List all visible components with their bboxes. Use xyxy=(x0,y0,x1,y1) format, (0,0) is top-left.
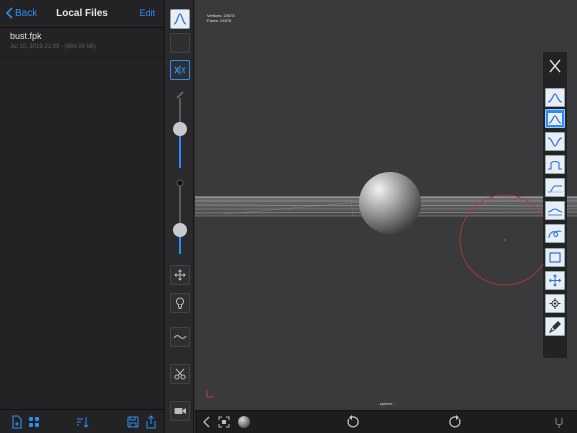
brush-paint[interactable] xyxy=(545,317,565,336)
symmetry-x-icon xyxy=(174,65,186,75)
brush-standard-icon xyxy=(547,92,563,103)
radius-slider-knob[interactable] xyxy=(173,122,187,136)
brush-mask[interactable] xyxy=(545,248,565,267)
brush-falloff-icon xyxy=(173,13,187,25)
brush-smooth[interactable] xyxy=(545,155,565,174)
scissors-icon xyxy=(174,368,186,380)
axis-gizmo xyxy=(206,390,214,398)
sphere-mesh[interactable] xyxy=(359,172,421,234)
app-root: Back Local Files Edit bust.fpk Jul 10, 2… xyxy=(0,0,577,433)
brush-crease-icon xyxy=(548,230,562,238)
share-icon[interactable] xyxy=(144,415,158,429)
brush-move[interactable] xyxy=(545,271,565,290)
redo-icon xyxy=(449,415,461,428)
brush-settings-button[interactable] xyxy=(170,9,190,29)
intensity-slider[interactable] xyxy=(179,186,181,254)
symmetry-button[interactable] xyxy=(170,60,190,80)
back-button[interactable]: Back xyxy=(6,7,37,19)
tuning-fork-icon xyxy=(555,418,563,428)
brush-clay-icon xyxy=(548,112,562,125)
sort-icon[interactable] xyxy=(75,415,89,429)
material-button[interactable] xyxy=(237,415,251,429)
viewport-bottom-bar xyxy=(195,410,577,433)
brush-pinch[interactable] xyxy=(545,201,565,220)
grid-view-icon[interactable] xyxy=(27,415,41,429)
new-file-icon[interactable] xyxy=(10,415,24,429)
redo-button[interactable] xyxy=(449,415,463,429)
files-panel: Back Local Files Edit bust.fpk Jul 10, 2… xyxy=(0,0,165,433)
close-palette-button[interactable] xyxy=(545,56,565,75)
chevron-left-icon xyxy=(203,416,210,428)
chevron-left-icon xyxy=(6,7,13,19)
wave-icon xyxy=(173,335,187,339)
close-icon xyxy=(549,59,561,72)
move-arrows-icon xyxy=(174,269,186,281)
file-name: bust.fpk xyxy=(10,31,42,41)
stroke-button[interactable] xyxy=(170,327,190,347)
file-row[interactable]: bust.fpk Jul 10, 2019 21:09 - (866.96 kB… xyxy=(0,28,164,58)
brush-standard[interactable] xyxy=(545,88,565,107)
faces-count: Faces: 24576 xyxy=(207,18,232,23)
brush-inflate[interactable] xyxy=(545,132,565,151)
brush-crease[interactable] xyxy=(545,224,565,243)
mesh-tools-button[interactable] xyxy=(170,364,190,384)
brush-pinch-icon xyxy=(547,207,563,215)
files-bottom-bar xyxy=(0,409,164,433)
intensity-slider-knob[interactable] xyxy=(173,223,187,237)
object-name-label[interactable]: - sphere - xyxy=(195,401,577,406)
brush-flatten[interactable] xyxy=(545,178,565,197)
edit-button[interactable]: Edit xyxy=(139,8,155,18)
brush-transform[interactable] xyxy=(545,294,565,313)
brush-move-icon xyxy=(548,273,562,287)
frame-view-button[interactable] xyxy=(217,415,231,429)
radius-icon xyxy=(176,86,184,99)
matcap-sphere-icon xyxy=(238,416,250,428)
brush-smooth-icon xyxy=(548,160,562,170)
settings-button[interactable] xyxy=(552,415,566,429)
file-meta: Jul 10, 2019 21:09 - (866.96 kB) xyxy=(10,44,96,50)
undo-button[interactable] xyxy=(345,415,359,429)
brush-inflate-icon xyxy=(547,136,563,147)
collapse-button[interactable] xyxy=(200,415,214,429)
left-toolbar xyxy=(166,0,194,433)
empty-tool-slot[interactable] xyxy=(170,33,190,53)
brush-palette xyxy=(543,52,567,358)
mesh-stats: Vertices: 24578 Faces: 24576 xyxy=(207,13,235,23)
files-nav-bar: Back Local Files Edit xyxy=(0,0,164,28)
undo-icon xyxy=(347,415,359,428)
scene-canvas xyxy=(195,172,577,398)
brush-mask-icon xyxy=(549,251,561,263)
brush-clay[interactable] xyxy=(545,109,565,128)
frame-icon xyxy=(218,416,230,428)
lighting-button[interactable] xyxy=(170,293,190,313)
3d-viewport[interactable]: Vertices: 24578 Faces: 24576 - sphere - xyxy=(195,0,577,410)
intensity-icon xyxy=(176,174,184,187)
save-icon[interactable] xyxy=(126,415,140,429)
video-camera-icon xyxy=(174,408,186,414)
record-button[interactable] xyxy=(170,401,190,421)
move-view-button[interactable] xyxy=(170,265,190,285)
brush-transform-icon xyxy=(549,297,561,309)
paint-brush-icon xyxy=(548,320,561,333)
lightbulb-icon xyxy=(176,297,184,309)
back-label: Back xyxy=(15,7,38,19)
brush-flatten-icon xyxy=(548,184,562,193)
